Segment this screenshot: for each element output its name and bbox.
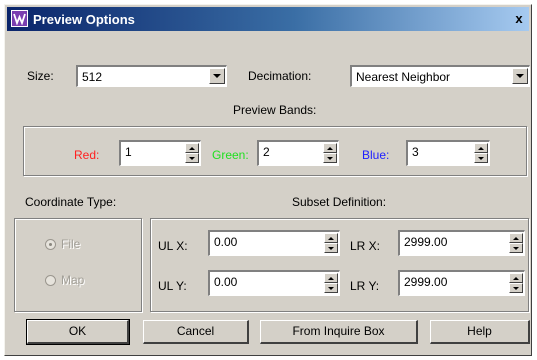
spin-up-icon[interactable] xyxy=(323,143,337,153)
uly-value: 0.00 xyxy=(214,275,238,289)
spin-up-icon[interactable] xyxy=(324,233,338,243)
spin-down-icon[interactable] xyxy=(323,153,337,163)
spin-down-icon[interactable] xyxy=(185,153,199,163)
coordinate-type-group xyxy=(14,218,142,312)
red-band-spinner[interactable] xyxy=(185,143,199,164)
cancel-button[interactable]: Cancel xyxy=(143,320,249,344)
spin-up-icon[interactable] xyxy=(509,233,523,243)
ulx-field[interactable]: 0.00 xyxy=(208,230,340,256)
lry-field[interactable]: 2999.00 xyxy=(398,270,525,296)
from-inquire-box-button[interactable]: From Inquire Box xyxy=(260,320,418,344)
size-value: 512 xyxy=(82,70,103,84)
size-select[interactable]: 512 xyxy=(76,65,227,87)
lry-value: 2999.00 xyxy=(404,275,448,289)
close-icon[interactable]: x xyxy=(511,11,527,27)
spin-down-icon[interactable] xyxy=(324,243,338,253)
decimation-select[interactable]: Nearest Neighbor xyxy=(350,65,530,87)
decimation-value: Nearest Neighbor xyxy=(356,70,451,84)
blue-band-spinner[interactable] xyxy=(474,143,488,164)
lrx-field[interactable]: 2999.00 xyxy=(398,230,525,256)
help-button[interactable]: Help xyxy=(430,320,530,344)
uly-label: UL Y: xyxy=(158,279,187,293)
window-title: Preview Options xyxy=(33,12,135,27)
coord-file-label: File xyxy=(61,237,81,251)
coord-map-radio[interactable] xyxy=(45,275,56,286)
green-band-spinner[interactable] xyxy=(323,143,337,164)
spin-down-icon[interactable] xyxy=(324,283,338,293)
ok-button[interactable]: OK xyxy=(26,319,130,345)
chevron-down-icon[interactable] xyxy=(512,68,528,84)
uly-spinner[interactable] xyxy=(324,273,338,294)
green-label: Green: xyxy=(212,148,249,162)
green-band-value: 2 xyxy=(263,145,270,159)
red-band-field[interactable]: 1 xyxy=(119,140,201,166)
lry-label: LR Y: xyxy=(350,279,380,293)
blue-band-field[interactable]: 3 xyxy=(406,140,490,166)
ulx-value: 0.00 xyxy=(214,235,238,249)
lrx-value: 2999.00 xyxy=(404,235,448,249)
red-band-value: 1 xyxy=(125,145,132,159)
coordinate-type-label: Coordinate Type: xyxy=(25,195,117,209)
ulx-label: UL X: xyxy=(158,239,188,253)
lrx-label: LR X: xyxy=(350,239,381,253)
spin-up-icon[interactable] xyxy=(324,273,338,283)
decimation-label: Decimation: xyxy=(248,69,312,83)
uly-field[interactable]: 0.00 xyxy=(208,270,340,296)
spin-up-icon[interactable] xyxy=(474,143,488,153)
subset-definition-label: Subset Definition: xyxy=(292,195,387,209)
spin-down-icon[interactable] xyxy=(509,243,523,253)
lry-spinner[interactable] xyxy=(509,273,523,294)
chevron-down-icon[interactable] xyxy=(209,68,225,84)
coord-file-radio[interactable] xyxy=(45,239,56,250)
preview-options-dialog: Preview Options x Size: 512 Decimation: … xyxy=(4,4,532,356)
spin-up-icon[interactable] xyxy=(509,273,523,283)
coord-map-label: Map xyxy=(61,273,85,287)
spin-up-icon[interactable] xyxy=(185,143,199,153)
size-label: Size: xyxy=(27,69,54,83)
lrx-spinner[interactable] xyxy=(509,233,523,254)
ulx-spinner[interactable] xyxy=(324,233,338,254)
spin-down-icon[interactable] xyxy=(509,283,523,293)
blue-label: Blue: xyxy=(362,148,390,162)
app-icon xyxy=(11,10,28,27)
spin-down-icon[interactable] xyxy=(474,153,488,163)
green-band-field[interactable]: 2 xyxy=(257,140,339,166)
title-bar[interactable]: Preview Options x xyxy=(7,7,529,31)
blue-band-value: 3 xyxy=(412,145,419,159)
preview-bands-heading: Preview Bands: xyxy=(233,103,317,117)
red-label: Red: xyxy=(74,148,100,162)
